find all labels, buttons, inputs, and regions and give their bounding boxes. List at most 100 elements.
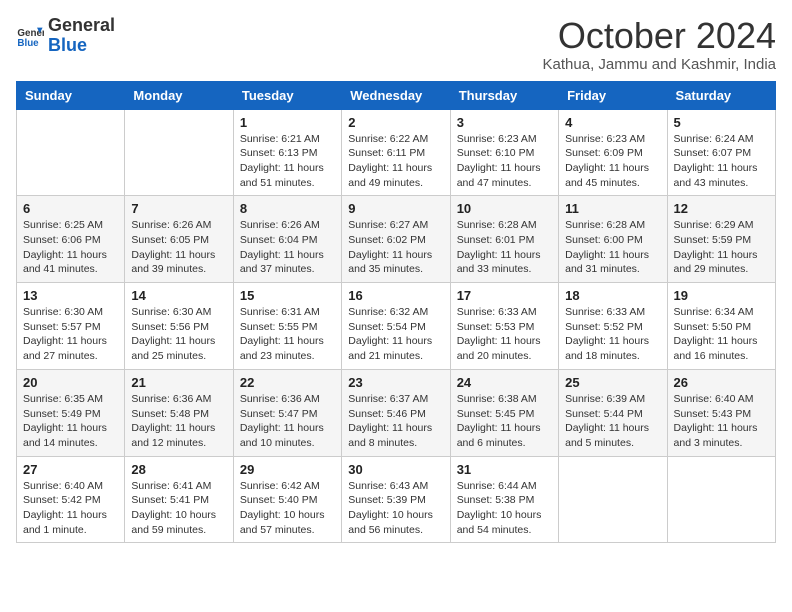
calendar-day-cell: 3 Sunrise: 6:23 AMSunset: 6:10 PMDaylight… xyxy=(450,109,558,196)
day-info: Sunrise: 6:30 AMSunset: 5:56 PMDaylight:… xyxy=(131,305,226,364)
day-info: Sunrise: 6:41 AMSunset: 5:41 PMDaylight:… xyxy=(131,479,226,538)
logo: General Blue General Blue xyxy=(16,16,115,56)
day-number: 14 xyxy=(131,288,226,303)
day-number: 3 xyxy=(457,115,552,130)
day-info: Sunrise: 6:28 AMSunset: 6:01 PMDaylight:… xyxy=(457,218,552,277)
day-number: 16 xyxy=(348,288,443,303)
calendar-day-cell: 31 Sunrise: 6:44 AMSunset: 5:38 PMDayligh… xyxy=(450,456,558,543)
day-number: 20 xyxy=(23,375,118,390)
day-info: Sunrise: 6:38 AMSunset: 5:45 PMDaylight:… xyxy=(457,392,552,451)
day-info: Sunrise: 6:40 AMSunset: 5:43 PMDaylight:… xyxy=(674,392,769,451)
day-info: Sunrise: 6:22 AMSunset: 6:11 PMDaylight:… xyxy=(348,132,443,191)
day-info: Sunrise: 6:23 AMSunset: 6:09 PMDaylight:… xyxy=(565,132,660,191)
day-info: Sunrise: 6:33 AMSunset: 5:52 PMDaylight:… xyxy=(565,305,660,364)
calendar-body: 1 Sunrise: 6:21 AMSunset: 6:13 PMDaylight… xyxy=(17,109,776,543)
calendar-day-cell xyxy=(17,109,125,196)
weekday-header-cell: Sunday xyxy=(17,81,125,109)
day-info: Sunrise: 6:24 AMSunset: 6:07 PMDaylight:… xyxy=(674,132,769,191)
weekday-header-cell: Tuesday xyxy=(233,81,341,109)
day-number: 1 xyxy=(240,115,335,130)
day-number: 11 xyxy=(565,201,660,216)
calendar-day-cell: 4 Sunrise: 6:23 AMSunset: 6:09 PMDaylight… xyxy=(559,109,667,196)
calendar-day-cell: 22Sunrise: 6:36 AMSunset: 5:47 PMDayligh… xyxy=(233,369,341,456)
day-info: Sunrise: 6:39 AMSunset: 5:44 PMDaylight:… xyxy=(565,392,660,451)
day-info: Sunrise: 6:33 AMSunset: 5:53 PMDaylight:… xyxy=(457,305,552,364)
day-number: 31 xyxy=(457,462,552,477)
calendar-day-cell: 9 Sunrise: 6:27 AMSunset: 6:02 PMDaylight… xyxy=(342,196,450,283)
day-number: 18 xyxy=(565,288,660,303)
location-title: Kathua, Jammu and Kashmir, India xyxy=(543,56,776,73)
day-number: 5 xyxy=(674,115,769,130)
weekday-header-cell: Friday xyxy=(559,81,667,109)
calendar-day-cell: 12Sunrise: 6:29 AMSunset: 5:59 PMDayligh… xyxy=(667,196,775,283)
day-info: Sunrise: 6:42 AMSunset: 5:40 PMDaylight:… xyxy=(240,479,335,538)
calendar-day-cell: 2 Sunrise: 6:22 AMSunset: 6:11 PMDaylight… xyxy=(342,109,450,196)
day-number: 17 xyxy=(457,288,552,303)
day-number: 2 xyxy=(348,115,443,130)
logo-text: General Blue xyxy=(48,16,115,56)
calendar-day-cell: 20 Sunrise: 6:35 AMSunset: 5:49 PMDayligh… xyxy=(17,369,125,456)
day-number: 27 xyxy=(23,462,118,477)
calendar-day-cell: 5 Sunrise: 6:24 AMSunset: 6:07 PMDaylight… xyxy=(667,109,775,196)
day-number: 23 xyxy=(348,375,443,390)
calendar-day-cell: 15 Sunrise: 6:31 AMSunset: 5:55 PMDayligh… xyxy=(233,283,341,370)
day-info: Sunrise: 6:23 AMSunset: 6:10 PMDaylight:… xyxy=(457,132,552,191)
day-info: Sunrise: 6:43 AMSunset: 5:39 PMDaylight:… xyxy=(348,479,443,538)
calendar-week-row: 6Sunrise: 6:25 AMSunset: 6:06 PMDaylight… xyxy=(17,196,776,283)
day-info: Sunrise: 6:27 AMSunset: 6:02 PMDaylight:… xyxy=(348,218,443,277)
day-info: Sunrise: 6:31 AMSunset: 5:55 PMDaylight:… xyxy=(240,305,335,364)
day-info: Sunrise: 6:32 AMSunset: 5:54 PMDaylight:… xyxy=(348,305,443,364)
header: General Blue General Blue October 2024 K… xyxy=(16,16,776,73)
calendar-day-cell: 19 Sunrise: 6:34 AMSunset: 5:50 PMDayligh… xyxy=(667,283,775,370)
day-info: Sunrise: 6:26 AMSunset: 6:05 PMDaylight:… xyxy=(131,218,226,277)
weekday-header-cell: Wednesday xyxy=(342,81,450,109)
calendar-week-row: 27Sunrise: 6:40 AMSunset: 5:42 PMDayligh… xyxy=(17,456,776,543)
day-number: 10 xyxy=(457,201,552,216)
weekday-header-cell: Saturday xyxy=(667,81,775,109)
day-number: 26 xyxy=(674,375,769,390)
calendar-day-cell: 13Sunrise: 6:30 AMSunset: 5:57 PMDayligh… xyxy=(17,283,125,370)
day-number: 29 xyxy=(240,462,335,477)
day-info: Sunrise: 6:36 AMSunset: 5:48 PMDaylight:… xyxy=(131,392,226,451)
logo-icon: General Blue xyxy=(16,22,44,50)
weekday-header-cell: Thursday xyxy=(450,81,558,109)
calendar-day-cell xyxy=(667,456,775,543)
weekday-header: SundayMondayTuesdayWednesdayThursdayFrid… xyxy=(17,81,776,109)
day-number: 8 xyxy=(240,201,335,216)
day-number: 9 xyxy=(348,201,443,216)
calendar-week-row: 20 Sunrise: 6:35 AMSunset: 5:49 PMDayligh… xyxy=(17,369,776,456)
calendar-day-cell xyxy=(125,109,233,196)
day-info: Sunrise: 6:26 AMSunset: 6:04 PMDaylight:… xyxy=(240,218,335,277)
calendar-day-cell: 18 Sunrise: 6:33 AMSunset: 5:52 PMDayligh… xyxy=(559,283,667,370)
calendar-day-cell: 28Sunrise: 6:41 AMSunset: 5:41 PMDayligh… xyxy=(125,456,233,543)
month-title: October 2024 xyxy=(543,16,776,56)
day-number: 19 xyxy=(674,288,769,303)
calendar-table: SundayMondayTuesdayWednesdayThursdayFrid… xyxy=(16,81,776,544)
calendar-day-cell: 17 Sunrise: 6:33 AMSunset: 5:53 PMDayligh… xyxy=(450,283,558,370)
calendar-day-cell xyxy=(559,456,667,543)
calendar-day-cell: 10 Sunrise: 6:28 AMSunset: 6:01 PMDayligh… xyxy=(450,196,558,283)
calendar-day-cell: 7 Sunrise: 6:26 AMSunset: 6:05 PMDaylight… xyxy=(125,196,233,283)
calendar-week-row: 1 Sunrise: 6:21 AMSunset: 6:13 PMDaylight… xyxy=(17,109,776,196)
day-number: 7 xyxy=(131,201,226,216)
calendar-day-cell: 29 Sunrise: 6:42 AMSunset: 5:40 PMDayligh… xyxy=(233,456,341,543)
calendar-day-cell: 30Sunrise: 6:43 AMSunset: 5:39 PMDayligh… xyxy=(342,456,450,543)
calendar-day-cell: 11 Sunrise: 6:28 AMSunset: 6:00 PMDayligh… xyxy=(559,196,667,283)
day-info: Sunrise: 6:35 AMSunset: 5:49 PMDaylight:… xyxy=(23,392,118,451)
day-number: 12 xyxy=(674,201,769,216)
day-number: 15 xyxy=(240,288,335,303)
calendar-day-cell: 26 Sunrise: 6:40 AMSunset: 5:43 PMDayligh… xyxy=(667,369,775,456)
calendar-day-cell: 21 Sunrise: 6:36 AMSunset: 5:48 PMDayligh… xyxy=(125,369,233,456)
calendar-day-cell: 24Sunrise: 6:38 AMSunset: 5:45 PMDayligh… xyxy=(450,369,558,456)
day-info: Sunrise: 6:34 AMSunset: 5:50 PMDaylight:… xyxy=(674,305,769,364)
title-block: October 2024 Kathua, Jammu and Kashmir, … xyxy=(543,16,776,73)
day-number: 21 xyxy=(131,375,226,390)
day-info: Sunrise: 6:28 AMSunset: 6:00 PMDaylight:… xyxy=(565,218,660,277)
day-number: 4 xyxy=(565,115,660,130)
calendar-day-cell: 25Sunrise: 6:39 AMSunset: 5:44 PMDayligh… xyxy=(559,369,667,456)
day-info: Sunrise: 6:37 AMSunset: 5:46 PMDaylight:… xyxy=(348,392,443,451)
day-number: 6 xyxy=(23,201,118,216)
day-info: Sunrise: 6:44 AMSunset: 5:38 PMDaylight:… xyxy=(457,479,552,538)
day-info: Sunrise: 6:21 AMSunset: 6:13 PMDaylight:… xyxy=(240,132,335,191)
calendar-day-cell: 8 Sunrise: 6:26 AMSunset: 6:04 PMDaylight… xyxy=(233,196,341,283)
